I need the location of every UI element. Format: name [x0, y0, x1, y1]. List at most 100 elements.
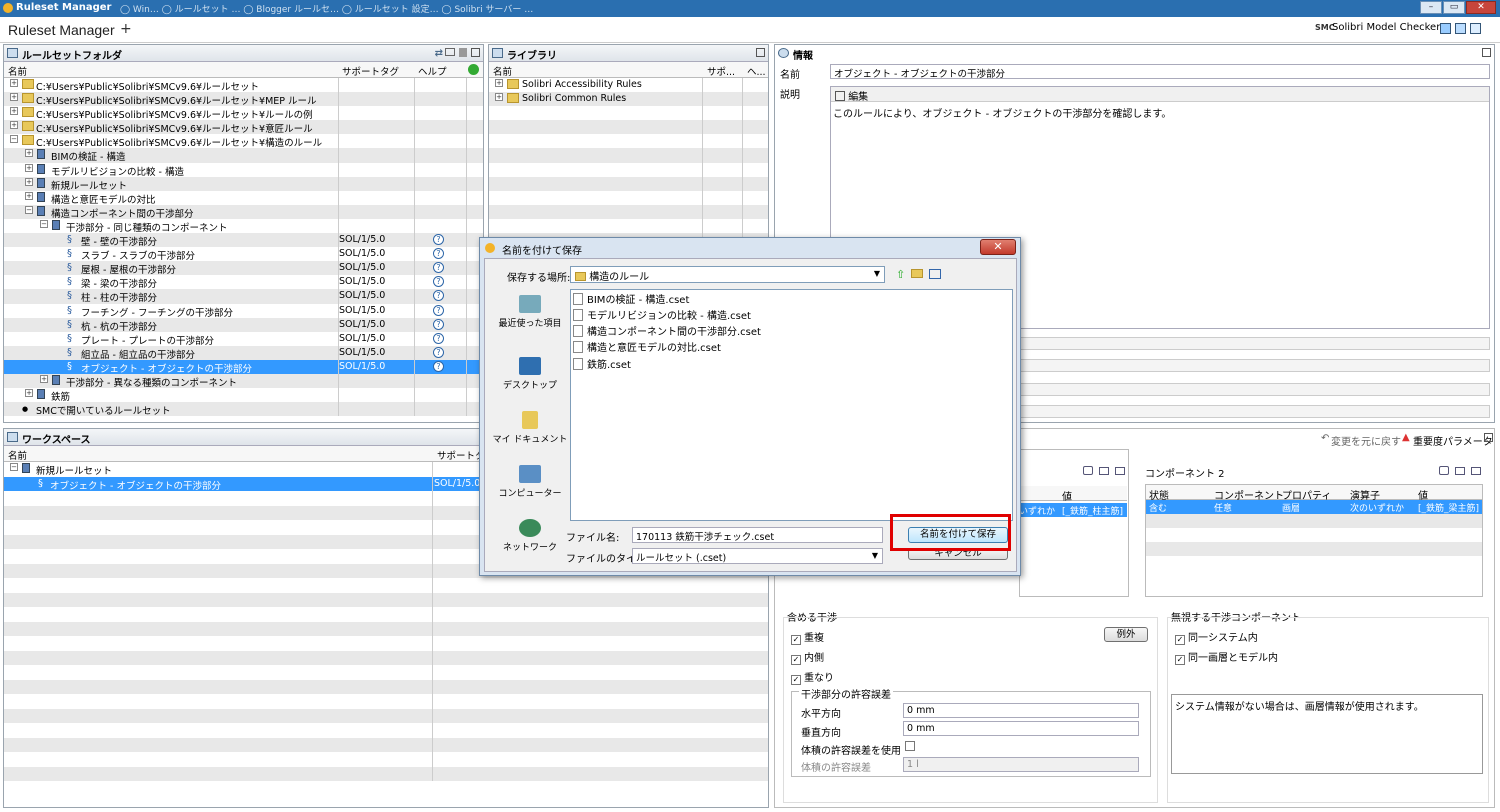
tree-row[interactable]: ● SMCで開いているルールセット [4, 402, 483, 417]
maximize-library-icon[interactable] [756, 48, 765, 57]
model-checker-link[interactable]: Solibri Model Checker [1332, 22, 1440, 33]
expand-toggle-icon[interactable]: + [10, 79, 18, 87]
check-same-system[interactable]: ✓ 同一システム内 [1175, 629, 1258, 645]
maximize-button[interactable]: ▭ [1443, 1, 1465, 14]
help-icon[interactable]: ? [433, 276, 444, 288]
expand-toggle-icon[interactable]: + [25, 191, 33, 200]
comp2-row[interactable]: 含む 任意 画層 次のいずれか [_鉄筋_梁主筋] [1146, 500, 1482, 514]
tree-row[interactable]: + 鉄筋 [4, 388, 483, 403]
tree-row[interactable]: + BIMの検証 - 構造 [4, 148, 483, 163]
help-icon[interactable]: ? [433, 262, 444, 274]
undo-changes-button[interactable]: 変更を元に戻す [1331, 433, 1401, 448]
expand-toggle-icon[interactable]: + [25, 389, 33, 398]
new-folder-icon[interactable] [911, 269, 923, 278]
layout-third-icon[interactable] [1470, 23, 1481, 34]
help-icon[interactable]: ? [433, 360, 444, 372]
tree-row[interactable]: − 干渉部分 - 同じ種類のコンポーネント [4, 218, 483, 234]
comp2-add-icon[interactable] [1455, 467, 1465, 475]
file-item[interactable]: 鉄筋.cset [573, 356, 631, 372]
help-icon[interactable]: ? [433, 290, 444, 302]
expand-toggle-icon[interactable]: + [10, 93, 18, 102]
comp1-row[interactable]: いずれか [_鉄筋_柱主筋] [1019, 503, 1127, 517]
file-item[interactable]: 構造コンポーネント間の干渉部分.cset [573, 323, 761, 339]
expand-toggle-icon[interactable]: − [40, 219, 48, 228]
comp1-col-value[interactable]: 値 [1062, 488, 1072, 503]
tree-row[interactable]: + C:¥Users¥Public¥Solibri¥SMCv9.6¥ルールセット [4, 78, 483, 93]
close-window-button[interactable]: ✕ [1466, 1, 1496, 14]
use-volume-checkbox[interactable] [905, 741, 915, 751]
ws-col-name[interactable]: 名前 [8, 448, 27, 462]
minimize-button[interactable]: – [1420, 1, 1442, 14]
place-computer[interactable]: コンピューター [491, 465, 569, 499]
file-item[interactable]: BIMの検証 - 構造.cset [573, 291, 689, 307]
tree-row[interactable]: § 壁 - 壁の干渉部分 SOL/1/5.0? [4, 233, 483, 248]
volume-input[interactable]: 1 l [903, 757, 1139, 772]
place-documents[interactable]: マイ ドキュメント [491, 411, 569, 445]
file-item[interactable]: 構造と意匠モデルの対比.cset [573, 339, 721, 355]
expand-toggle-icon[interactable]: − [25, 205, 33, 214]
tree-row[interactable]: + 干渉部分 - 異なる種類のコンポーネント [4, 373, 483, 389]
vertical-input[interactable]: 0 mm [903, 721, 1139, 736]
expand-toggle-icon[interactable]: + [25, 149, 33, 158]
sync-icon[interactable]: ⇄ [435, 48, 443, 59]
col-help[interactable]: ヘルプ [418, 64, 447, 78]
comp2-remove-icon[interactable] [1471, 467, 1481, 475]
tree-row[interactable]: − 構造コンポーネント間の干渉部分 [4, 204, 483, 220]
add-tab-button[interactable]: + [120, 21, 132, 37]
tree-row[interactable]: + C:¥Users¥Public¥Solibri¥SMCv9.6¥ルールセット¥… [4, 120, 483, 135]
tree-row[interactable]: § スラブ - スラブの干渉部分 SOL/1/5.0? [4, 247, 483, 262]
layout-alt-icon[interactable] [1455, 23, 1466, 34]
tree-row[interactable]: § 組立品 - 組立品の干渉部分 SOL/1/5.0? [4, 345, 483, 361]
expand-toggle-icon[interactable]: + [495, 93, 503, 102]
expand-toggle-icon[interactable]: + [10, 121, 18, 130]
expand-toggle-icon[interactable]: + [25, 163, 33, 172]
tree-row[interactable]: + 構造と意匠モデルの対比 [4, 190, 483, 206]
comp1-add-icon[interactable] [1099, 467, 1109, 475]
library-row[interactable]: + Solibri Common Rules [489, 92, 768, 107]
save-icon[interactable] [459, 48, 467, 57]
help-icon[interactable]: ? [433, 234, 444, 246]
check-same-layer[interactable]: ✓ 同一画層とモデル内 [1175, 649, 1278, 665]
tree-row[interactable]: § 柱 - 柱の干渉部分 SOL/1/5.0? [4, 289, 483, 304]
place-network[interactable]: ネットワーク [491, 519, 569, 553]
maximize-params-icon[interactable] [1484, 433, 1493, 442]
check-overlap[interactable]: ✓ 重複 [791, 629, 824, 645]
col-support-tag[interactable]: サポートタグ [342, 64, 399, 78]
lib-col-support[interactable]: サポ... [707, 64, 735, 78]
help-icon[interactable]: ? [433, 318, 444, 330]
tree-row[interactable]: § 梁 - 梁の干渉部分 SOL/1/5.0? [4, 275, 483, 290]
help-icon[interactable]: ? [433, 248, 444, 260]
check-inside[interactable]: ✓ 内側 [791, 649, 824, 665]
view-menu-icon[interactable] [929, 269, 941, 279]
location-select[interactable]: 構造のルール ▼ [570, 266, 885, 283]
filetype-select[interactable]: ルールセット (.cset) ▼ [632, 548, 883, 564]
horizontal-input[interactable]: 0 mm [903, 703, 1139, 718]
help-icon[interactable]: ? [433, 346, 444, 358]
help-icon[interactable]: ? [433, 332, 444, 344]
file-item[interactable]: モデルリビジョンの比較 - 構造.cset [573, 307, 751, 323]
dialog-close-button[interactable]: ✕ [980, 239, 1016, 255]
undo-icon[interactable]: ↶ [1321, 433, 1329, 444]
tree-row[interactable]: + C:¥Users¥Public¥Solibri¥SMCv9.6¥ルールセット¥… [4, 92, 483, 107]
expand-toggle-icon[interactable]: − [10, 463, 18, 471]
tree-row[interactable]: § プレート - プレートの干渉部分 SOL/1/5.0? [4, 331, 483, 347]
tree-row[interactable]: § フーチング - フーチングの干渉部分 SOL/1/5.0? [4, 303, 483, 319]
help-icon[interactable]: ? [433, 304, 444, 316]
expand-toggle-icon[interactable]: + [40, 374, 48, 383]
library-row[interactable]: + Solibri Accessibility Rules [489, 78, 768, 93]
open-folder-icon[interactable] [445, 48, 455, 56]
comp1-remove-icon[interactable] [1115, 467, 1125, 475]
lib-col-name[interactable]: 名前 [493, 64, 512, 78]
tree-row[interactable]: § 杭 - 杭の干渉部分 SOL/1/5.0? [4, 317, 483, 333]
expand-toggle-icon[interactable]: − [10, 135, 18, 144]
tree-row[interactable]: § オブジェクト - オブジェクトの干渉部分 SOL/1/5.0? [4, 359, 483, 375]
exception-button[interactable]: 例外 [1104, 627, 1148, 642]
lib-col-help[interactable]: ヘ... [747, 64, 766, 78]
expand-toggle-icon[interactable]: + [495, 79, 503, 87]
place-recent[interactable]: 最近使った項目 [491, 295, 569, 329]
check-touch[interactable]: ✓ 重なり [791, 669, 834, 685]
col-name[interactable]: 名前 [8, 64, 27, 78]
layout-icon[interactable] [1440, 23, 1451, 34]
severity-params-button[interactable]: 重要度パラメータ [1413, 433, 1493, 448]
edit-label[interactable]: 編集 [848, 92, 868, 103]
